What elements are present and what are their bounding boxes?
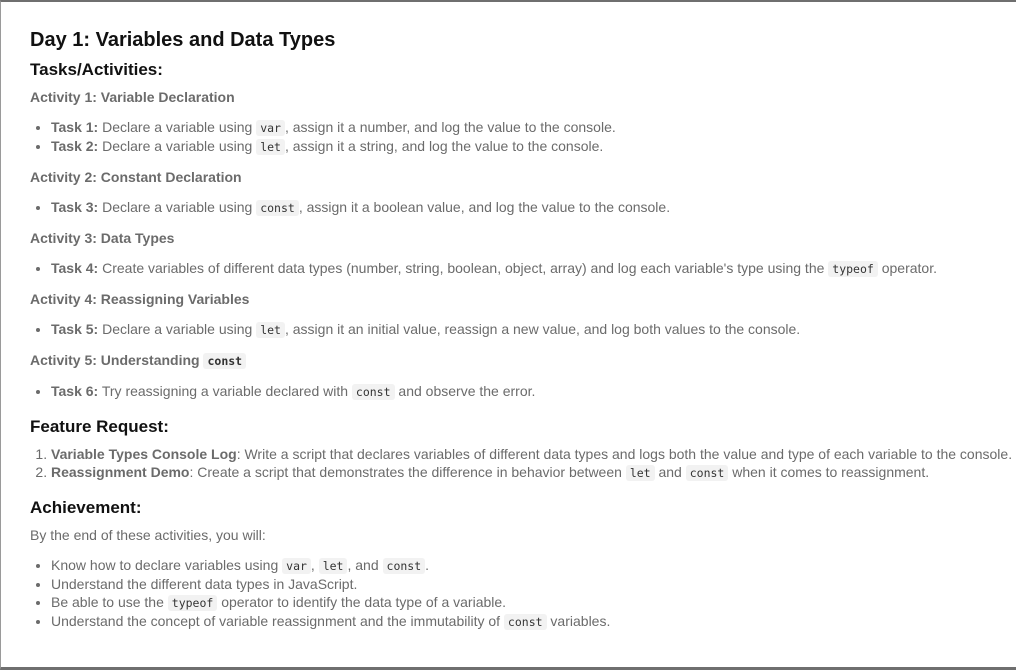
achievement-heading: Achievement: xyxy=(30,498,142,517)
task-2-text-pre: Declare a variable using xyxy=(98,138,257,154)
achievement-item-4: Understand the concept of variable reass… xyxy=(51,612,1016,631)
activity-3-task-list: Task 4: Create variables of different da… xyxy=(30,259,1016,278)
tasks-heading: Tasks/Activities: xyxy=(30,60,163,79)
feature-1-item: Variable Types Console Log: Write a scri… xyxy=(51,445,1016,463)
task-1-text-pre: Declare a variable using xyxy=(98,119,257,135)
achievement-3-text-post: operator to identify the data type of a … xyxy=(217,594,507,610)
task-6-item: Task 6: Try reassigning a variable decla… xyxy=(51,382,1016,401)
task-1-label: Task 1: xyxy=(51,119,99,135)
achievement-1-text-pre: Know how to declare variables using xyxy=(51,557,283,573)
task-3-text-pre: Declare a variable using xyxy=(98,199,257,215)
activity-4-task-list: Task 5: Declare a variable using let, as… xyxy=(30,320,1016,339)
achievement-list: Know how to declare variables using var,… xyxy=(30,556,1016,631)
activity-2-task-list: Task 3: Declare a variable using const, … xyxy=(30,198,1016,217)
page-title: Day 1: Variables and Data Types xyxy=(30,29,336,51)
document-body: Day 1: Variables and Data Types Tasks/Ac… xyxy=(1,2,1016,631)
activity-4-title: Activity 4: Reassigning Variables xyxy=(30,291,250,307)
achievement-3-code: typeof xyxy=(167,595,218,611)
feature-2-text-mid: and xyxy=(654,464,686,480)
achievement-1-code-var: var xyxy=(282,558,311,574)
achievement-1-sep-1: , xyxy=(310,557,319,573)
activity-3-title: Activity 3: Data Types xyxy=(30,230,175,246)
activity-1-title: Activity 1: Variable Declaration xyxy=(30,89,235,105)
feature-2-label: Reassignment Demo xyxy=(51,464,190,480)
achievement-item-2: Understand the different data types in J… xyxy=(51,575,1016,593)
task-1-text-post: , assign it a number, and log the value … xyxy=(284,119,616,135)
feature-request-heading: Feature Request: xyxy=(30,417,169,436)
task-5-text-post: , assign it an initial value, reassign a… xyxy=(284,321,801,337)
task-4-text-pre: Create variables of different data types… xyxy=(98,260,829,276)
achievement-1-code-let: let xyxy=(318,558,348,574)
task-6-code: const xyxy=(351,384,395,400)
activity-5-title-text: Activity 5: Understanding xyxy=(30,352,204,368)
achievement-item-1: Know how to declare variables using var,… xyxy=(51,556,1016,575)
achievement-item-3: Be able to use the typeof operator to id… xyxy=(51,593,1016,612)
feature-2-text-pre: : Create a script that demonstrates the … xyxy=(189,464,626,480)
activity-5-title-code: const xyxy=(203,353,247,369)
feature-2-text-post: when it comes to reassignment. xyxy=(728,464,930,480)
achievement-1-text-post: . xyxy=(425,557,430,573)
task-6-label: Task 6: xyxy=(51,383,99,399)
task-2-item: Task 2: Declare a variable using let, as… xyxy=(51,137,1016,156)
task-5-label: Task 5: xyxy=(51,321,99,337)
task-4-label: Task 4: xyxy=(51,260,99,276)
achievement-4-code: const xyxy=(503,614,547,630)
task-5-item: Task 5: Declare a variable using let, as… xyxy=(51,320,1016,339)
task-4-text-post: operator. xyxy=(877,260,937,276)
task-3-code: const xyxy=(256,200,299,216)
activity-5-task-list: Task 6: Try reassigning a variable decla… xyxy=(30,382,1016,401)
feature-2-code-let: let xyxy=(625,465,655,481)
task-6-text-post: and observe the error. xyxy=(394,383,536,399)
feature-2-code-const: const xyxy=(685,465,729,481)
task-1-item: Task 1: Declare a variable using var, as… xyxy=(51,118,1016,137)
task-2-text-post: , assign it a string, and log the value … xyxy=(284,138,604,154)
task-6-text-pre: Try reassigning a variable declared with xyxy=(98,383,352,399)
task-3-label: Task 3: xyxy=(51,199,99,215)
task-4-code: typeof xyxy=(828,261,878,277)
task-2-label: Task 2: xyxy=(51,138,99,154)
achievement-1-code-const: const xyxy=(382,558,426,574)
feature-2-item: Reassignment Demo: Create a script that … xyxy=(51,463,1016,482)
task-3-item: Task 3: Declare a variable using const, … xyxy=(51,198,1016,217)
achievement-intro: By the end of these activities, you will… xyxy=(30,527,266,543)
task-1-code: var xyxy=(256,120,285,136)
task-2-code: let xyxy=(256,139,285,155)
activity-2-title: Activity 2: Constant Declaration xyxy=(30,169,242,185)
achievement-4-text-pre: Understand the concept of variable reass… xyxy=(51,613,504,629)
task-5-text-pre: Declare a variable using xyxy=(98,321,257,337)
task-5-code: let xyxy=(256,322,285,338)
task-4-item: Task 4: Create variables of different da… xyxy=(51,259,1016,278)
activity-1-task-list: Task 1: Declare a variable using var, as… xyxy=(30,118,1016,156)
task-3-text-post: , assign it a boolean value, and log the… xyxy=(298,199,671,215)
achievement-2-text: Understand the different data types in J… xyxy=(51,576,358,592)
achievement-4-text-post: variables. xyxy=(546,613,611,629)
feature-request-list: Variable Types Console Log: Write a scri… xyxy=(30,445,1016,482)
feature-1-text: : Write a script that declares variables… xyxy=(236,446,1013,462)
activity-5-title: Activity 5: Understanding const xyxy=(30,351,1016,370)
achievement-1-sep-2: , and xyxy=(347,557,383,573)
achievement-3-text-pre: Be able to use the xyxy=(51,594,168,610)
feature-1-label: Variable Types Console Log xyxy=(51,446,237,462)
